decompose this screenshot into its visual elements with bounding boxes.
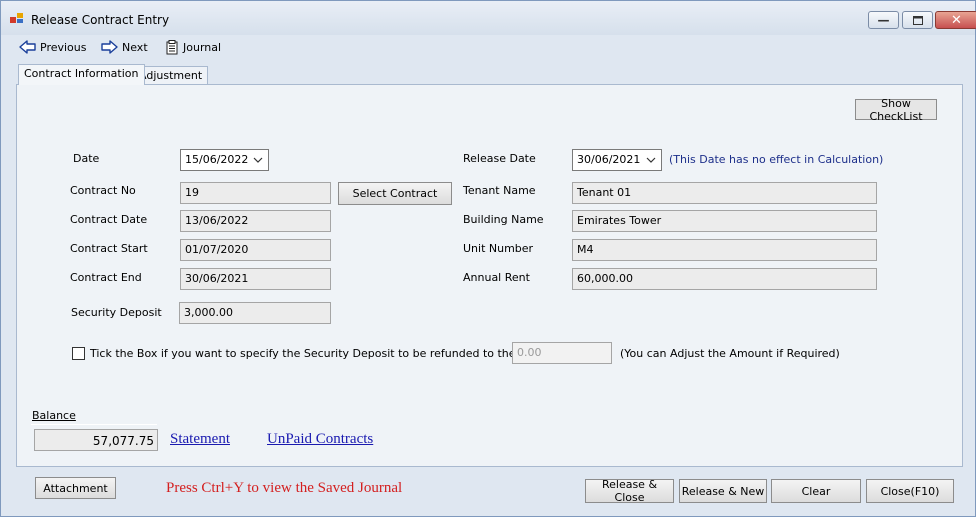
next-button[interactable]: Next (101, 38, 148, 56)
balance-value: 57,077.75 (34, 429, 158, 451)
previous-label: Previous (40, 40, 87, 54)
release-date-value: 30/06/2021 (577, 153, 641, 166)
close-window-button[interactable]: ✕ (935, 11, 976, 29)
tab-contract-information[interactable]: Contract Information (18, 64, 145, 85)
unpaid-contracts-link[interactable]: UnPaid Contracts (267, 431, 373, 448)
arrow-right-icon (101, 40, 118, 54)
balance-divider (31, 424, 157, 425)
journal-icon (166, 39, 178, 54)
clear-button[interactable]: Clear (771, 479, 861, 503)
refund-amount-field[interactable]: 0.00 (512, 342, 612, 364)
contract-date-label: Contract Date (70, 213, 148, 226)
building-name-field: Emirates Tower (572, 210, 877, 232)
maximize-icon (903, 12, 932, 28)
saved-journal-hint: Press Ctrl+Y to view the Saved Journal (166, 480, 403, 496)
tab-contract-information-label: Contract Information (24, 67, 139, 80)
security-deposit-label: Security Deposit (71, 306, 162, 319)
release-date-label: Release Date (463, 152, 536, 165)
building-name-label: Building Name (463, 213, 544, 226)
statement-link[interactable]: Statement (170, 431, 230, 448)
date-value: 15/06/2022 (185, 153, 249, 166)
journal-button[interactable]: Journal (165, 38, 221, 56)
annual-rent-label: Annual Rent (463, 271, 530, 284)
release-contract-window: Release Contract Entry — ✕ Previous Next (0, 0, 976, 517)
contract-start-field: 01/07/2020 (180, 239, 331, 261)
contract-no-label: Contract No (70, 184, 136, 197)
contract-date-field: 13/06/2022 (180, 210, 331, 232)
minimize-button[interactable]: — (868, 11, 899, 29)
release-new-button[interactable]: Release & New (679, 479, 767, 503)
close-icon: ✕ (951, 12, 962, 28)
release-date-note: (This Date has no effect in Calculation) (669, 153, 884, 166)
title-bar: Release Contract Entry — ✕ (1, 1, 976, 35)
maximize-button[interactable] (902, 11, 933, 29)
window-title: Release Contract Entry (31, 13, 170, 27)
minimize-icon: — (877, 13, 890, 27)
toolbar: Previous Next Journal (1, 35, 975, 61)
unit-number-label: Unit Number (463, 242, 534, 255)
chevron-down-icon (248, 150, 268, 170)
arrow-left-icon (19, 40, 36, 54)
select-contract-button[interactable]: Select Contract (338, 182, 452, 205)
contract-end-field: 30/06/2021 (180, 268, 331, 290)
app-icon (10, 13, 23, 23)
contract-end-label: Contract End (70, 271, 142, 284)
unit-number-field: M4 (572, 239, 877, 261)
close-button[interactable]: Close(F10) (866, 479, 954, 503)
release-date-picker[interactable]: 30/06/2021 (572, 149, 662, 171)
tenant-name-field: Tenant 01 (572, 182, 877, 204)
chevron-down-icon (641, 150, 661, 170)
next-label: Next (122, 40, 148, 54)
contract-start-label: Contract Start (70, 242, 148, 255)
tab-adjustment-label: Adjustment (139, 69, 203, 82)
balance-label: Balance (32, 409, 76, 422)
contract-no-field: 19 (180, 182, 331, 204)
release-close-button[interactable]: Release & Close (585, 478, 674, 504)
refund-hint: (You can Adjust the Amount if Required) (620, 347, 840, 360)
tenant-name-label: Tenant Name (463, 184, 536, 197)
refund-security-deposit-checkbox[interactable] (72, 347, 85, 360)
refund-checkbox-label: Tick the Box if you want to specify the … (90, 347, 556, 360)
date-label: Date (73, 152, 100, 165)
journal-label: Journal (183, 40, 222, 54)
annual-rent-field: 60,000.00 (572, 268, 877, 290)
date-picker[interactable]: 15/06/2022 (180, 149, 269, 171)
security-deposit-field: 3,000.00 (179, 302, 331, 324)
previous-button[interactable]: Previous (19, 38, 87, 56)
show-checklist-button[interactable]: Show CheckList (855, 97, 937, 123)
attachment-button[interactable]: Attachment (35, 477, 116, 499)
